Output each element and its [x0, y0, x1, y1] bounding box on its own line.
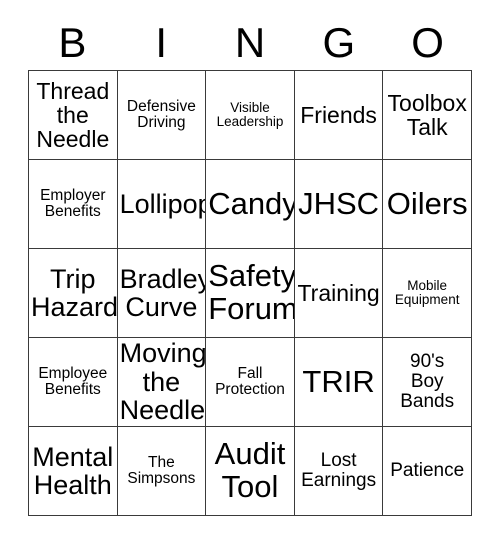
bingo-cell-label: 90's Boy Bands: [400, 351, 455, 412]
bingo-cell-r5c2[interactable]: The Simpsons: [117, 427, 207, 516]
bingo-header-letter-b: B: [58, 19, 87, 66]
bingo-cell-r4c2[interactable]: Moving the Needle: [117, 338, 207, 427]
bingo-cell-r1c2[interactable]: Defensive Driving: [117, 71, 207, 160]
bingo-cell-r2c2[interactable]: Lollipop: [117, 160, 207, 249]
bingo-cell-r3c1[interactable]: Trip Hazard: [29, 249, 118, 338]
bingo-cell-r1c5[interactable]: Toolbox Talk: [383, 71, 472, 160]
bingo-cell-label: Mobile Equipment: [394, 277, 460, 307]
bingo-cell-label: Bradley Curve: [119, 263, 207, 322]
bingo-cell-label: Lollipop: [119, 188, 207, 219]
bingo-cell-label: Training: [297, 279, 380, 306]
bingo-cell-label: Oilers: [386, 185, 468, 221]
bingo-cell-r5c3[interactable]: Audit Tool: [206, 427, 295, 516]
bingo-cell-label: Audit Tool: [214, 436, 286, 504]
bingo-cell-label: Fall Protection: [215, 364, 285, 398]
bingo-cell-r2c1[interactable]: Employer Benefits: [29, 160, 118, 249]
bingo-cell-label: Friends: [300, 101, 377, 128]
bingo-cell-label: Visible Leadership: [216, 99, 284, 129]
bingo-cell-label: Candy: [208, 185, 295, 221]
bingo-header-letter-i: I: [155, 19, 168, 66]
bingo-cell-r1c3[interactable]: Visible Leadership: [206, 71, 295, 160]
bingo-grid: Thread the Needle Defensive Driving Visi…: [28, 70, 472, 516]
bingo-cell-r5c5[interactable]: Patience: [383, 427, 472, 516]
bingo-cell-r3c5[interactable]: Mobile Equipment: [383, 249, 472, 338]
bingo-cell-r5c4[interactable]: Lost Earnings: [294, 427, 384, 516]
bingo-cell-label: Safety Forum: [208, 258, 295, 326]
bingo-cell-r3c2[interactable]: Bradley Curve: [117, 249, 207, 338]
bingo-cell-r1c1[interactable]: Thread the Needle: [29, 71, 118, 160]
bingo-cell-r2c3[interactable]: Candy: [206, 160, 295, 249]
bingo-cell-r3c3[interactable]: Safety Forum: [206, 249, 295, 338]
bingo-cell-label: Mental Health: [32, 441, 114, 500]
bingo-header-row: B I N G O: [28, 18, 472, 68]
bingo-cell-label: Toolbox Talk: [387, 89, 467, 140]
bingo-cell-label: Defensive Driving: [126, 97, 196, 131]
bingo-cell-label: Trip Hazard: [31, 263, 118, 322]
bingo-cell-label: Thread the Needle: [36, 77, 110, 153]
bingo-header-letter-o: O: [411, 19, 444, 66]
bingo-cell-label: Employer Benefits: [40, 186, 106, 220]
bingo-cell-r4c4[interactable]: TRIR: [294, 338, 384, 427]
bingo-cell-r5c1[interactable]: Mental Health: [29, 427, 118, 516]
bingo-cell-r2c5[interactable]: Oilers: [383, 160, 472, 249]
bingo-cell-r3c4[interactable]: Training: [294, 249, 384, 338]
bingo-cell-label: The Simpsons: [127, 453, 196, 487]
bingo-header-letter-g: G: [322, 19, 356, 66]
bingo-cell-r4c3[interactable]: Fall Protection: [206, 338, 295, 427]
bingo-cell-r4c1[interactable]: Employee Benefits: [29, 338, 118, 427]
bingo-header-letter-n: N: [234, 19, 266, 66]
bingo-cell-r2c4[interactable]: JHSC: [294, 160, 384, 249]
bingo-cell-r4c5[interactable]: 90's Boy Bands: [383, 338, 472, 427]
bingo-card: B I N G O Thread the Needle Defensive Dr…: [0, 0, 500, 544]
bingo-cell-label: Moving the Needle: [119, 338, 207, 426]
bingo-cell-label: Patience: [390, 460, 465, 482]
bingo-cell-r1c4[interactable]: Friends: [294, 71, 384, 160]
bingo-cell-label: TRIR: [302, 363, 375, 399]
bingo-cell-label: Lost Earnings: [301, 450, 377, 491]
bingo-cell-label: JHSC: [298, 185, 380, 221]
bingo-cell-label: Employee Benefits: [38, 364, 108, 398]
